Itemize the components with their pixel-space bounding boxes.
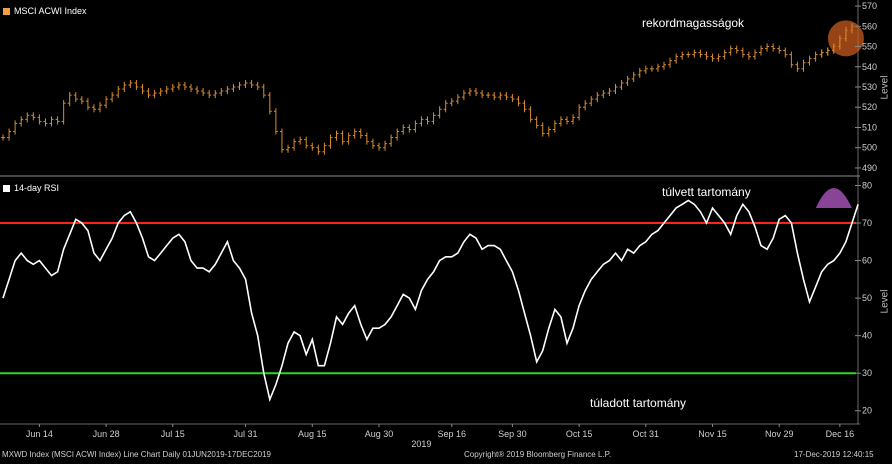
x-tick-label: Dec 16 [826, 429, 855, 439]
oversold-annotation: túladott tartomány [590, 396, 687, 410]
top-y-tick-label: 570 [862, 1, 877, 11]
top-legend-label: MSCI ACWI Index [14, 6, 87, 16]
top-y-tick-label: 540 [862, 62, 877, 72]
x-tick-label: Jul 31 [234, 429, 258, 439]
top-y-tick-label: 490 [862, 163, 877, 173]
bottom-y-tick-label: 40 [862, 331, 872, 341]
x-tick-label: Oct 31 [633, 429, 660, 439]
x-tick-label: Sep 16 [437, 429, 466, 439]
x-tick-label: Nov 15 [698, 429, 727, 439]
x-tick-label: Nov 29 [765, 429, 794, 439]
rsi-threshold-lines [0, 222, 856, 375]
rsi-series [2, 199, 859, 403]
x-tick-label: Aug 30 [365, 429, 394, 439]
top-legend: MSCI ACWI Index [3, 6, 87, 17]
x-tick-label: Jun 28 [93, 429, 120, 439]
bottom-axis-label: Level [879, 289, 891, 314]
msci-acwi-bars [1, 23, 854, 155]
bottom-y-tick-label: 50 [862, 293, 872, 303]
top-y-tick-label: 550 [862, 42, 877, 52]
overbought-dome [815, 188, 852, 209]
bottom-y-tick-label: 80 [862, 181, 872, 191]
x-year-label: 2019 [411, 439, 431, 449]
top-y-tick-label: 510 [862, 122, 877, 132]
x-tick-labels: Jun 14 Jun 28 Jul 15 Jul 31 Aug 15 Aug 30 Sep … [26, 424, 854, 449]
top-legend-swatch [3, 8, 10, 15]
chart-canvas: 490 500 510 520 530 540 550 560 570 20 30 40 50 60 70 8… [0, 0, 877, 449]
bottom-legend: 14-day RSI [3, 183, 59, 194]
top-y-tick-label: 560 [862, 21, 877, 31]
footer-center: Copyright® 2019 Bloomberg Finance L.P. [464, 450, 612, 459]
top-y-tick-label: 520 [862, 102, 877, 112]
bottom-legend-label: 14-day RSI [14, 183, 60, 193]
x-tick-label: Jun 14 [26, 429, 53, 439]
bottom-legend-swatch [3, 185, 10, 192]
footer-left: MXWD Index (MSCI ACWI Index) Line Chart … [2, 450, 271, 459]
x-tick-label: Aug 15 [298, 429, 327, 439]
footer-right: 17-Dec-2019 12:40:15 [794, 450, 874, 459]
rsi-line [2, 199, 859, 403]
x-tick-label: Oct 15 [566, 429, 593, 439]
top-y-tick-label: 500 [862, 143, 877, 153]
record-high-annotation: rekordmagasságok [642, 16, 745, 30]
overbought-annotation: túlvett tartomány [662, 185, 751, 199]
bottom-y-tick-label: 60 [862, 256, 872, 266]
x-tick-label: Sep 30 [498, 429, 527, 439]
top-y-tick-label: 530 [862, 82, 877, 92]
x-tick-label: Jul 15 [161, 429, 185, 439]
top-axis-label: Level [879, 75, 891, 100]
bottom-y-tick-label: 30 [862, 368, 872, 378]
bottom-y-tick-label: 70 [862, 218, 872, 228]
annotation-shapes [815, 20, 864, 209]
bottom-y-tick-label: 20 [862, 406, 872, 416]
